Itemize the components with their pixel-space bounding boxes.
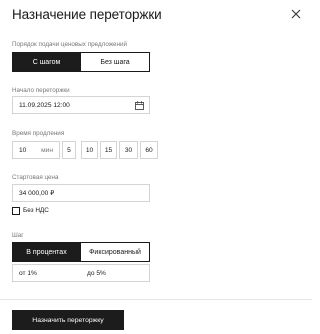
preset-30[interactable]: 30	[119, 141, 138, 159]
close-icon[interactable]	[290, 8, 302, 20]
step-label: Шаг	[12, 232, 24, 239]
vat-label: Без НДС	[23, 207, 49, 214]
extension-label: Время продления	[12, 130, 65, 137]
preset-60[interactable]: 60	[140, 141, 158, 159]
bid-order-toggle: С шагом Без шага	[12, 52, 150, 72]
step-from-value: от 1%	[19, 269, 37, 277]
start-price-value: 34 000,00 ₽	[19, 190, 55, 197]
start-datetime-input[interactable]: 11.09.2025 12:00	[12, 96, 150, 114]
preset-10[interactable]: 10	[81, 141, 98, 159]
step-to-input[interactable]: до 5%	[81, 264, 150, 282]
extension-input[interactable]: 10 мин	[12, 141, 60, 159]
fixed-button[interactable]: Фиксированный	[81, 242, 150, 262]
extension-value: 10	[19, 146, 27, 154]
step-type-toggle: В процентах Фиксированный	[12, 242, 150, 262]
assign-rebid-button[interactable]: Назначить переторжку	[12, 310, 124, 330]
vat-checkbox[interactable]	[12, 207, 20, 215]
step-from-input[interactable]: от 1%	[12, 264, 82, 282]
extension-unit: мин	[41, 146, 53, 154]
footer-divider	[0, 299, 312, 300]
preset-5[interactable]: 5	[62, 141, 76, 159]
percent-button[interactable]: В процентах	[12, 242, 81, 262]
without-step-button[interactable]: Без шага	[81, 52, 150, 72]
start-datetime-value: 11.09.2025 12:00	[19, 101, 70, 109]
start-price-label: Стартовая цена	[12, 174, 59, 181]
preset-15[interactable]: 15	[100, 141, 117, 159]
start-label: Начало переторжки	[12, 87, 70, 94]
calendar-icon[interactable]	[135, 101, 144, 110]
with-step-button[interactable]: С шагом	[12, 52, 81, 72]
page-title: Назначение переторжки	[12, 7, 162, 22]
start-price-input[interactable]: 34 000,00 ₽	[12, 184, 150, 202]
bid-order-label: Порядок подачи ценовых предложений	[12, 41, 128, 48]
step-to-value: до 5%	[87, 269, 106, 277]
